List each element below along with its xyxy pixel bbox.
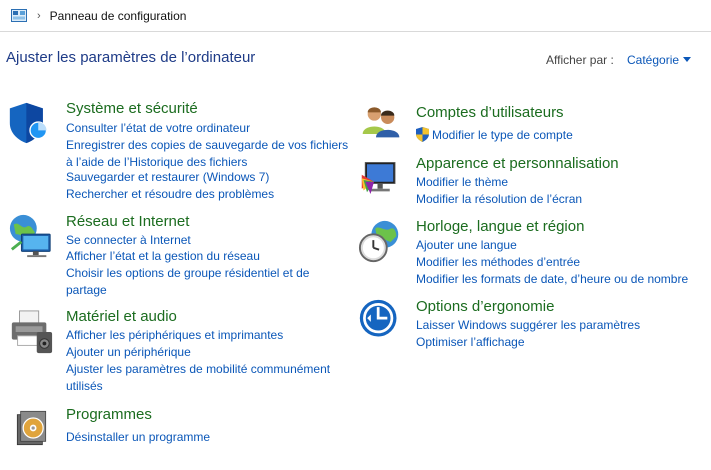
link-mobility-settings[interactable]: Ajuster les paramètres de mobilité commu… (66, 361, 341, 394)
link-change-theme[interactable]: Modifier le thème (416, 174, 701, 191)
security-shield-icon[interactable] (8, 100, 52, 146)
view-by-dropdown[interactable]: Catégorie (627, 53, 679, 67)
link-change-account-type[interactable]: Modifier le type de compte (432, 127, 702, 144)
printer-icon[interactable] (8, 308, 54, 356)
category-hardware-sound: Matériel et audio Afficher les périphéri… (8, 308, 353, 398)
user-accounts-icon[interactable] (358, 104, 404, 144)
ease-of-access-icon[interactable] (358, 298, 402, 342)
control-panel-icon (11, 9, 27, 22)
breadcrumb-chevron-icon[interactable]: › (37, 10, 41, 22)
link-file-history-backup[interactable]: Enregistrer des copies de sauvegarde de … (66, 137, 351, 170)
category-clock-region: Horloge, langue et région Ajouter une la… (358, 218, 708, 290)
category-ease-of-access: Options d’ergonomie Laisser Windows sugg… (358, 298, 708, 353)
link-troubleshoot[interactable]: Rechercher et résoudre des problèmes (66, 186, 351, 203)
category-title-appearance[interactable]: Apparence et personnalisation (416, 155, 619, 172)
link-add-device[interactable]: Ajouter un périphérique (66, 344, 351, 361)
link-optimize-display[interactable]: Optimiser l’affichage (416, 334, 701, 351)
category-system-security: Système et sécurité Consulter l’état de … (8, 100, 353, 205)
address-bar[interactable]: › Panneau de configuration (0, 0, 711, 32)
link-add-language[interactable]: Ajouter une langue (416, 237, 701, 254)
category-title-ease-of-access[interactable]: Options d’ergonomie (416, 298, 554, 315)
breadcrumb[interactable]: Panneau de configuration (50, 9, 187, 23)
appearance-monitor-icon[interactable] (358, 159, 404, 201)
category-title-clock-region[interactable]: Horloge, langue et région (416, 218, 584, 235)
page-title: Ajuster les paramètres de l’ordinateur (6, 49, 256, 66)
category-title-programs[interactable]: Programmes (66, 406, 152, 423)
clock-globe-icon[interactable] (358, 218, 404, 266)
link-screen-resolution[interactable]: Modifier la résolution de l’écran (416, 191, 701, 208)
link-view-computer-status[interactable]: Consulter l’état de votre ordinateur (66, 120, 351, 137)
category-title-network-internet[interactable]: Réseau et Internet (66, 213, 189, 230)
view-by-label: Afficher par : (546, 53, 614, 67)
category-network-internet: Réseau et Internet Se connecter à Intern… (8, 213, 353, 303)
category-user-accounts: Comptes d’utilisateurs Modifier le type … (358, 104, 708, 144)
link-date-time-formats[interactable]: Modifier les formats de date, d’heure ou… (416, 271, 708, 288)
link-windows-suggest-settings[interactable]: Laisser Windows suggérer les paramètres (416, 317, 701, 334)
network-globe-icon[interactable] (8, 213, 54, 259)
link-connect-internet[interactable]: Se connecter à Internet (66, 232, 351, 249)
link-network-status[interactable]: Afficher l’état et la gestion du réseau (66, 248, 351, 265)
programs-disc-icon[interactable] (14, 406, 54, 450)
link-uninstall-program[interactable]: Désinstaller un programme (66, 429, 351, 446)
category-title-user-accounts[interactable]: Comptes d’utilisateurs (416, 104, 564, 121)
link-homegroup-sharing[interactable]: Choisir les options de groupe résidentie… (66, 265, 326, 298)
link-input-methods[interactable]: Modifier les méthodes d’entrée (416, 254, 701, 271)
link-backup-restore[interactable]: Sauvegarder et restaurer (Windows 7) (66, 169, 351, 186)
chevron-down-icon[interactable] (683, 57, 691, 62)
uac-shield-icon (416, 127, 429, 142)
category-programs: Programmes Désinstaller un programme (8, 406, 353, 456)
category-title-hardware-sound[interactable]: Matériel et audio (66, 308, 177, 325)
link-devices-printers[interactable]: Afficher les périphériques et imprimante… (66, 327, 351, 344)
category-title-system-security[interactable]: Système et sécurité (66, 100, 198, 117)
category-appearance: Apparence et personnalisation Modifier l… (358, 155, 708, 210)
